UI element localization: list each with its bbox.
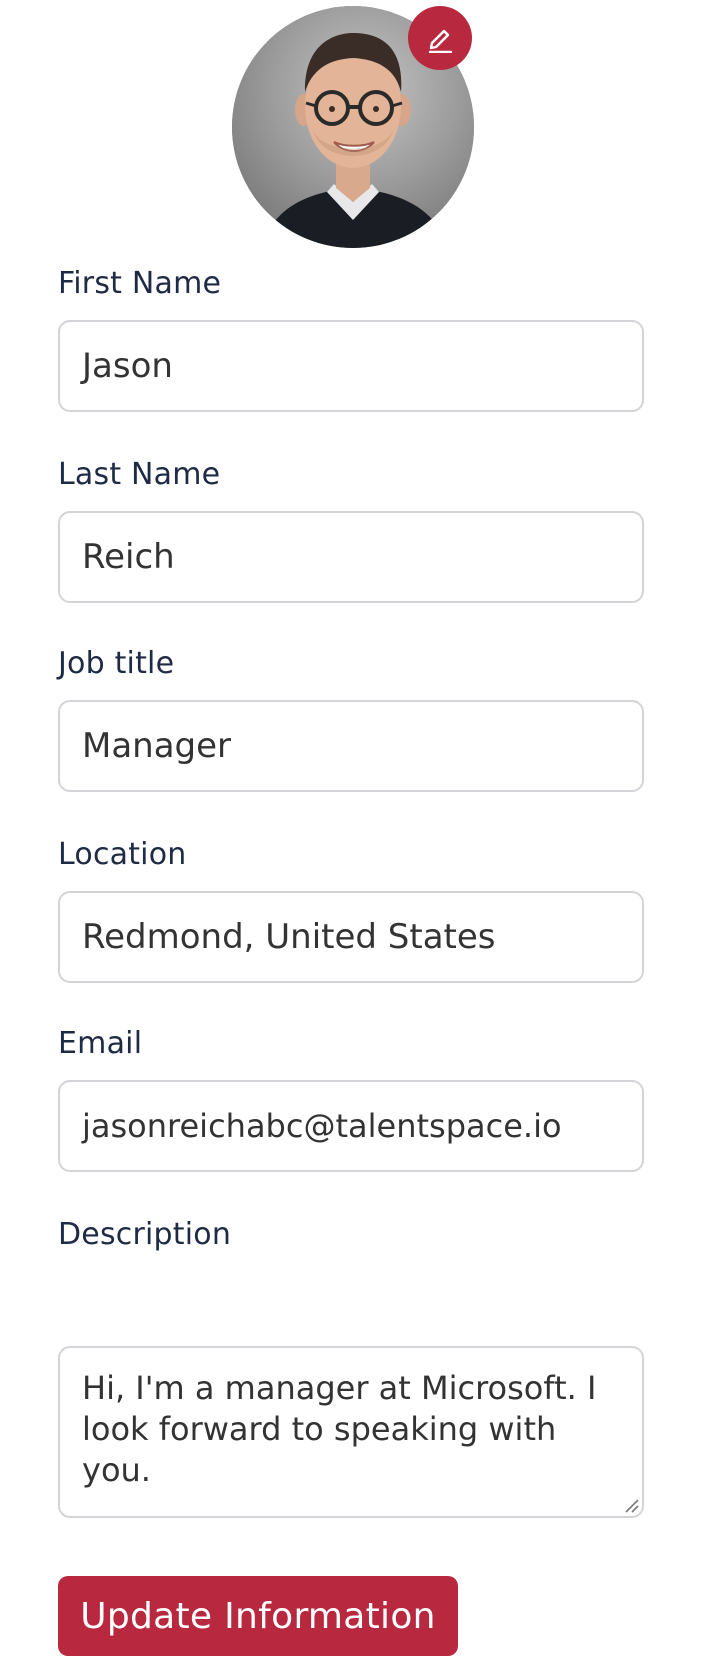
email-label: Email [58,1026,143,1061]
edit-avatar-button[interactable] [408,6,472,70]
description-textarea[interactable]: Hi, I'm a manager at Microsoft. I look f… [58,1346,644,1518]
avatar-container [232,6,474,248]
location-label: Location [58,837,187,872]
location-value: Redmond, United States [82,917,496,957]
job-title-value: Manager [82,726,232,766]
first-name-value: Jason [82,346,173,386]
email-value: jasonreichabc@talentspace.io [82,1107,562,1145]
job-title-input[interactable]: Manager [58,700,644,792]
description-label: Description [58,1217,232,1252]
resize-handle-icon[interactable] [622,1496,640,1514]
update-information-button[interactable]: Update Information [58,1576,458,1656]
first-name-input[interactable]: Jason [58,320,644,412]
last-name-input[interactable]: Reich [58,511,644,603]
update-information-label: Update Information [80,1595,436,1637]
first-name-label: First Name [58,266,222,301]
profile-edit-page: First Name Jason Last Name Reich Job tit… [0,0,702,1656]
pencil-icon [428,29,453,53]
description-value: Hi, I'm a manager at Microsoft. I look f… [82,1369,597,1489]
location-input[interactable]: Redmond, United States [58,891,644,983]
email-input[interactable]: jasonreichabc@talentspace.io [58,1080,644,1172]
last-name-label: Last Name [58,457,221,492]
job-title-label: Job title [58,646,175,681]
last-name-value: Reich [82,537,175,577]
